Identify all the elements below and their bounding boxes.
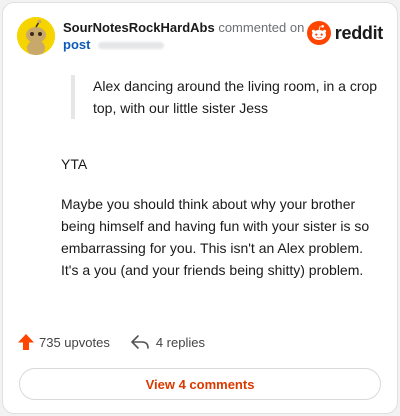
brand[interactable]: reddit — [306, 21, 384, 45]
reply-arrow-icon[interactable] — [130, 333, 150, 351]
post-link[interactable]: post — [63, 37, 90, 52]
snoo-avatar-icon[interactable] — [17, 17, 55, 55]
comment-paragraph: YTA — [61, 156, 88, 172]
comment-body: YTA Maybe you should think about why you… — [61, 153, 373, 299]
reply-count: 4 replies — [155, 334, 205, 350]
view-comments-button[interactable]: View 4 comments — [19, 368, 381, 400]
comment-header: SourNotesRockHardAbs commented on post r… — [17, 15, 385, 55]
comment-card: SourNotesRockHardAbs commented on post r… — [2, 2, 398, 414]
comment-meta: SourNotesRockHardAbs commented on post — [63, 19, 304, 53]
brand-wordmark: reddit — [334, 22, 384, 43]
upvote-count: 735 upvotes — [39, 334, 110, 350]
quoted-text: Alex dancing around the living room, in … — [71, 75, 383, 119]
redacted-post-title — [98, 42, 165, 50]
reddit-logo-icon — [306, 21, 331, 45]
action-text: commented on — [218, 20, 305, 35]
comment-stats: 735 upvotes 4 replies — [17, 333, 205, 351]
username-link[interactable]: SourNotesRockHardAbs — [63, 20, 215, 35]
comment-paragraph: Maybe you should think about why your br… — [61, 196, 370, 278]
upvote-arrow-icon[interactable] — [17, 333, 35, 351]
